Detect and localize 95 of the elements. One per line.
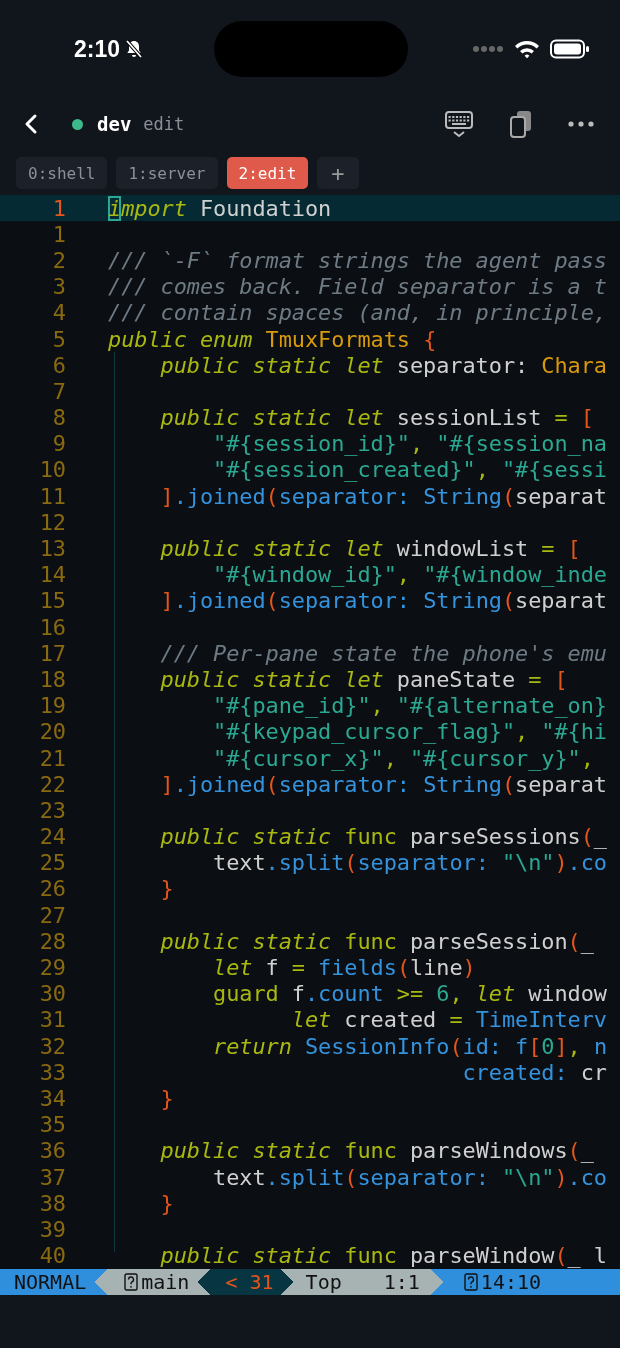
code-line: /// `-F` format strings the agent pass — [108, 247, 607, 273]
line-number: 16 — [38, 614, 66, 640]
line-number: 7 — [51, 378, 66, 404]
code-line: } — [159, 876, 174, 902]
code-line: text.split(separator: "\n").co — [212, 850, 607, 876]
battery-icon — [550, 39, 590, 59]
line-number: 2 — [51, 247, 66, 273]
code-line: public static func parseWindows(_ — [159, 1138, 594, 1164]
line-number: 22 — [38, 771, 66, 797]
line-number: 40 — [38, 1243, 66, 1269]
line-number: 28 — [38, 928, 66, 954]
line-number: 9 — [51, 431, 66, 457]
line-number: 17 — [38, 640, 66, 666]
code-line: public static let sessionList = [ — [159, 405, 594, 431]
line-number: 24 — [38, 824, 66, 850]
code-line: "#{pane_id}", "#{alternate_on} — [212, 693, 607, 719]
bell-muted-icon — [124, 39, 145, 59]
line-number: 1 — [51, 221, 66, 247]
line-number: 11 — [38, 483, 66, 509]
line-number: 14 — [38, 562, 66, 588]
scroll-position: Top — [305, 1269, 342, 1294]
code-line: "#{cursor_x}", "#{cursor_y}", — [212, 745, 594, 771]
code-line: return SessionInfo(id: f[0], n — [212, 1033, 607, 1059]
more-icon — [568, 121, 594, 127]
code-line: ].joined(separator: String(separat — [159, 588, 607, 614]
line-number: 29 — [38, 955, 66, 981]
missing-glyph-icon — [124, 1272, 139, 1291]
code-line: "#{session_created}", "#{sessi — [212, 457, 607, 483]
window-tab[interactable]: 2:edit — [226, 157, 309, 189]
code-line: let created = TimeInterv — [290, 1007, 607, 1033]
line-number: 5 — [51, 326, 66, 352]
code-line: created: cr — [461, 1059, 607, 1085]
branch-name: main — [141, 1269, 190, 1294]
line-number: 21 — [38, 745, 66, 771]
code-line: ].joined(separator: String(separat — [159, 483, 607, 509]
line-number: 10 — [38, 457, 66, 483]
line-number: 18 — [38, 666, 66, 692]
line-number: 37 — [38, 1164, 66, 1190]
code-line: let f = fields(line) — [212, 955, 476, 981]
window-tab[interactable]: 0:shell — [16, 157, 108, 189]
clock: 14:10 — [480, 1269, 542, 1294]
code-line: text.split(separator: "\n").co — [212, 1164, 607, 1190]
status-dot — [72, 118, 83, 130]
code-line: /// Per-pane state the phone's emu — [159, 640, 607, 666]
line-number: 19 — [38, 693, 66, 719]
cursor-position: 1:1 — [383, 1269, 420, 1294]
line-number: 12 — [38, 509, 66, 535]
line-number: 6 — [51, 352, 66, 378]
window-name: edit — [143, 114, 185, 134]
line-number: 39 — [38, 1216, 66, 1242]
line-number: 36 — [38, 1138, 66, 1164]
line-number: 8 — [51, 405, 66, 431]
wifi-icon — [514, 39, 540, 59]
line-number: 23 — [38, 797, 66, 823]
line-number: 38 — [38, 1190, 66, 1216]
session-name: dev — [97, 113, 132, 135]
line-number: 3 — [51, 274, 66, 300]
code-line: guard f.count >= 6, let window — [212, 981, 607, 1007]
missing-glyph-icon — [463, 1272, 478, 1291]
code-line: "#{session_id}", "#{session_na — [212, 431, 607, 457]
code-line: } — [159, 1190, 174, 1216]
signal-icon — [472, 45, 504, 53]
code-line: public static let windowList = [ — [159, 536, 581, 562]
code-line: } — [159, 1085, 174, 1111]
code-line: public static func parseWindow(_ l — [159, 1243, 607, 1269]
back-icon — [24, 113, 38, 135]
line-number: 20 — [38, 719, 66, 745]
line-number: 33 — [38, 1059, 66, 1085]
line-number: 4 — [51, 300, 66, 326]
line-number: 27 — [38, 902, 66, 928]
mode-indicator: NORMAL — [0, 1268, 95, 1295]
code-line: /// comes back. Field separator is a t — [108, 274, 607, 300]
new-tab-button[interactable]: + — [317, 157, 359, 189]
code-line: public enum TmuxFormats { — [108, 326, 437, 352]
line-number: 35 — [38, 1112, 66, 1138]
line-number: 34 — [38, 1085, 66, 1111]
line-number: 32 — [38, 1033, 66, 1059]
code-line: ].joined(separator: String(separat — [159, 771, 607, 797]
code-line: public static let paneState = [ — [159, 666, 568, 692]
code-line: "#{window_id}", "#{window_inde — [212, 562, 607, 588]
line-number: 15 — [38, 588, 66, 614]
line-number: 26 — [38, 876, 66, 902]
code-line: public static func parseSessions(_ — [159, 824, 607, 850]
code-line: public static let separator: Chara — [159, 352, 607, 378]
line-number: 1 — [51, 195, 66, 221]
line-number: 13 — [38, 536, 66, 562]
line-number: 31 — [38, 1007, 66, 1033]
window-tab[interactable]: 1:server — [116, 157, 218, 189]
code-line: "#{keypad_cursor_flag}", "#{hi — [212, 719, 607, 745]
status-time: 2:10 — [74, 35, 121, 63]
diagnostics-count: < 31 — [211, 1268, 280, 1295]
line-number: 25 — [38, 850, 66, 876]
line-number: 30 — [38, 981, 66, 1007]
code-line: /// contain spaces (and, in principle, — [108, 300, 607, 326]
code-line: public static func parseSession(_ — [159, 928, 594, 954]
